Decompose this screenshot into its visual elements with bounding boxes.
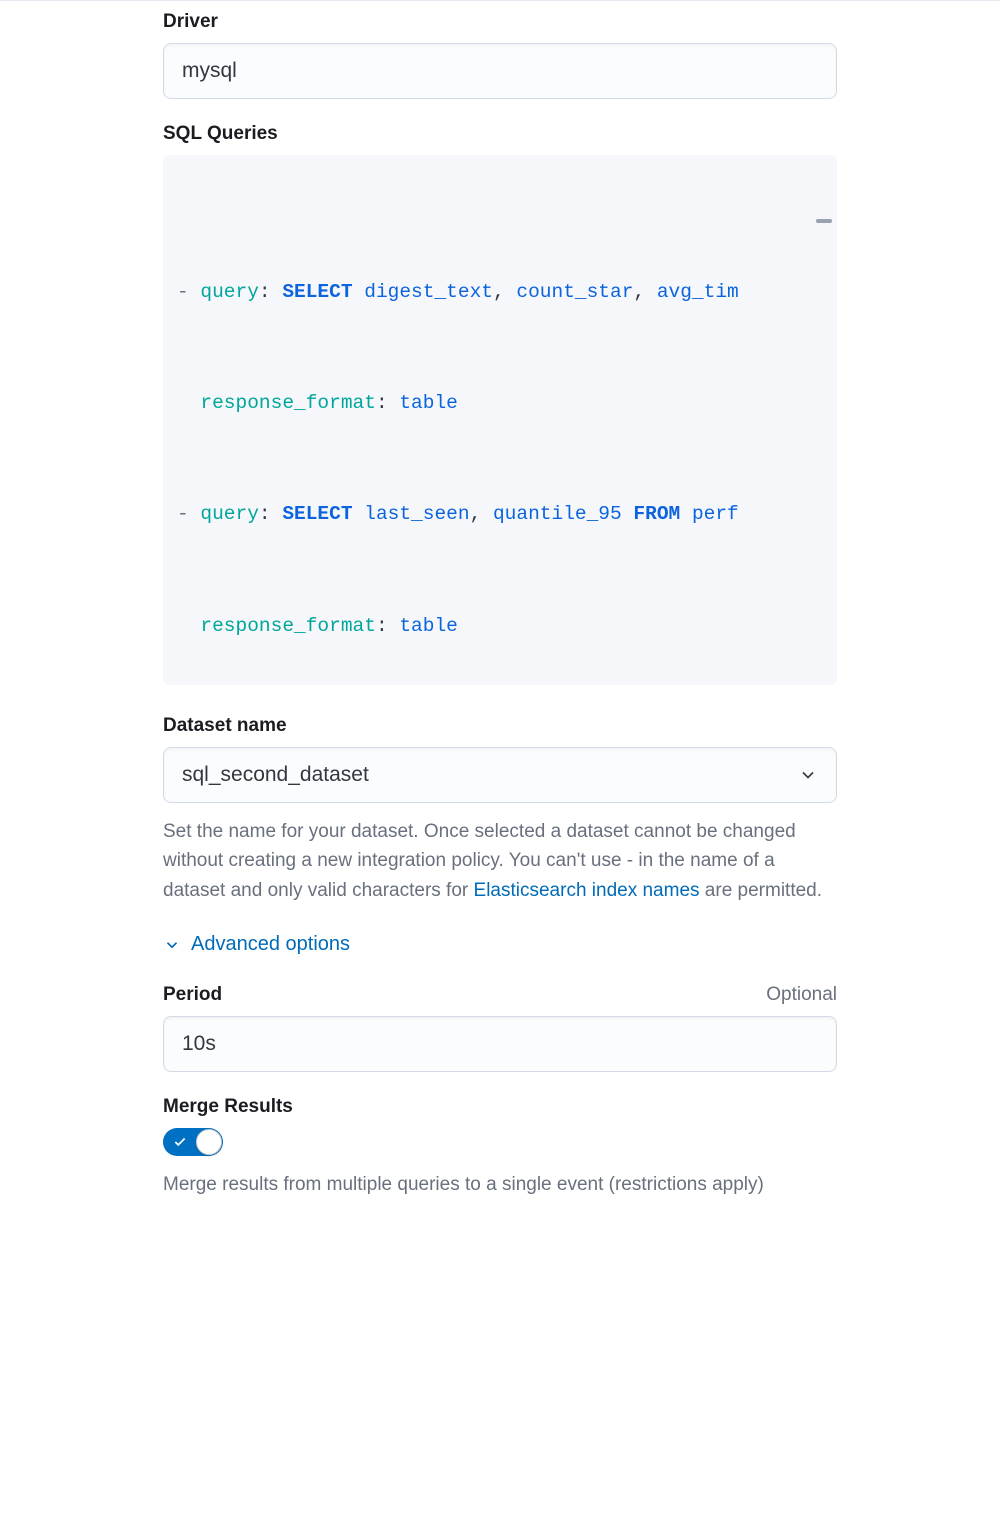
code-line-2: response_format: table	[163, 385, 837, 422]
code-line-3: - query: SELECT last_seen, quantile_95 F…	[163, 496, 837, 533]
dataset-value: sql_second_dataset	[182, 763, 369, 787]
period-label-row: Period Optional	[163, 984, 837, 1006]
code-line-1: - query: SELECT digest_text, count_star,…	[163, 274, 837, 311]
dataset-select[interactable]: sql_second_dataset	[163, 747, 837, 803]
merge-results-label: Merge Results	[163, 1096, 837, 1118]
sql-queries-group: SQL Queries - query: SELECT digest_text,…	[163, 123, 837, 685]
dataset-label: Dataset name	[163, 715, 837, 737]
form-container: Driver SQL Queries - query: SELECT diges…	[0, 1, 1000, 1254]
driver-input[interactable]	[163, 43, 837, 99]
sql-queries-label: SQL Queries	[163, 123, 837, 145]
driver-label: Driver	[163, 11, 837, 33]
code-line-4: response_format: table	[163, 608, 837, 645]
dataset-help: Set the name for your dataset. Once sele…	[163, 817, 837, 905]
toggle-knob	[196, 1129, 222, 1155]
sql-queries-editor[interactable]: - query: SELECT digest_text, count_star,…	[163, 155, 837, 685]
period-label: Period	[163, 984, 222, 1006]
merge-results-group: Merge Results Merge results from multipl…	[163, 1096, 837, 1199]
chevron-down-icon	[798, 765, 818, 785]
merge-results-help: Merge results from multiple queries to a…	[163, 1170, 837, 1199]
scrollbar-thumb[interactable]	[816, 219, 832, 223]
driver-group: Driver	[163, 11, 837, 99]
check-icon	[173, 1135, 187, 1149]
dataset-group: Dataset name sql_second_dataset Set the …	[163, 715, 837, 905]
es-index-names-link[interactable]: Elasticsearch index names	[474, 880, 700, 901]
period-input[interactable]	[163, 1016, 837, 1072]
advanced-options-toggle[interactable]: Advanced options	[163, 933, 837, 956]
chevron-down-icon	[163, 936, 181, 954]
merge-results-toggle[interactable]	[163, 1128, 223, 1156]
period-group: Period Optional	[163, 984, 837, 1072]
advanced-options-label: Advanced options	[191, 933, 350, 956]
period-optional-tag: Optional	[766, 984, 837, 1006]
